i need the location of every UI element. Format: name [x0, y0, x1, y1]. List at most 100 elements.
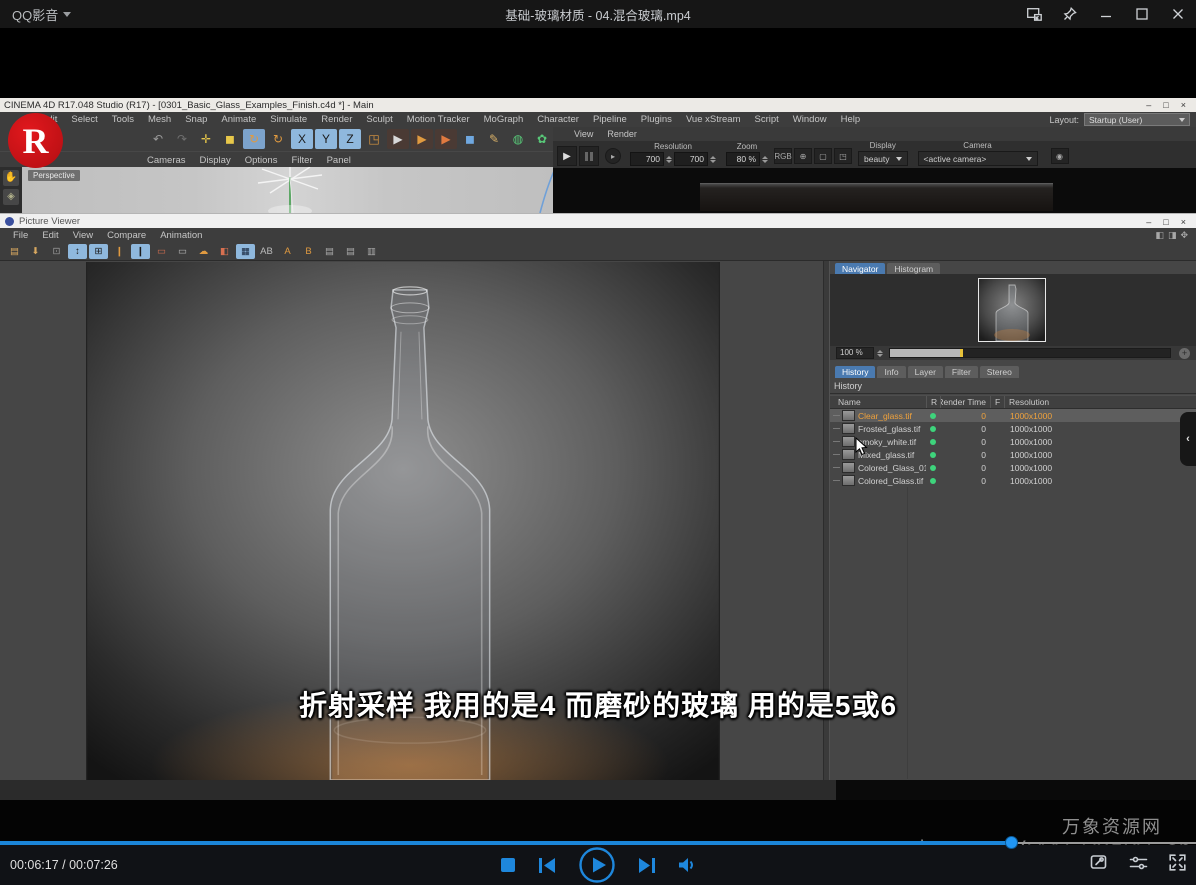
lock-z-icon[interactable]: Z [339, 129, 361, 149]
compare-cloud-icon[interactable]: ☁ [194, 244, 213, 259]
stepper-icon[interactable] [877, 350, 883, 357]
viewport-menu-display[interactable]: Display [193, 155, 238, 166]
c4d-menu-animate[interactable]: Animate [214, 114, 263, 125]
next-button[interactable] [639, 858, 655, 873]
c4d-viewport[interactable]: Perspective [0, 167, 553, 213]
table-row[interactable]: Clear_glass.tif01000x1000 [830, 409, 1196, 422]
stepper-icon[interactable] [762, 156, 768, 163]
filmstrip-save-icon[interactable]: ▤ [341, 244, 360, 259]
pv-menu-compare[interactable]: Compare [100, 230, 153, 241]
tab-filter[interactable]: Filter [945, 366, 978, 378]
pv-menu-animation[interactable]: Animation [153, 230, 209, 241]
render-region-icon[interactable]: ▶ [411, 129, 433, 149]
rv-pause-button[interactable] [579, 146, 599, 166]
dock-left-icon[interactable]: ◧ [1155, 230, 1164, 241]
tab-history[interactable]: History [835, 366, 875, 378]
ab-compare-icon[interactable]: AB [257, 244, 276, 259]
stepper-icon[interactable] [710, 156, 716, 163]
stop-button[interactable] [501, 858, 515, 872]
scale-icon[interactable]: ◼ [219, 129, 241, 149]
fit-height-icon[interactable]: ↕ [68, 244, 87, 259]
progress-thumb[interactable] [1005, 836, 1018, 849]
c4d-menu-select[interactable]: Select [64, 114, 104, 125]
page-a-icon[interactable]: ❙ [110, 244, 129, 259]
close-icon[interactable] [1160, 0, 1196, 28]
navigator-preview[interactable] [830, 274, 1196, 346]
playlist-settings-icon[interactable] [1129, 855, 1148, 876]
table-row[interactable]: Mixed_glass.tif01000x1000 [830, 448, 1196, 461]
last-tool-icon[interactable]: ↻ [267, 129, 289, 149]
navigator-thumbnail[interactable] [978, 278, 1046, 342]
column-header-resolution[interactable]: Resolution [1004, 396, 1196, 408]
resolution-width-field[interactable]: 700 [630, 152, 664, 166]
c4d-menu-window[interactable]: Window [786, 114, 834, 125]
pin-icon[interactable] [1052, 0, 1088, 28]
close-icon[interactable]: × [1181, 217, 1186, 227]
rv-menu-render[interactable]: Render [600, 129, 644, 139]
pv-menu-view[interactable]: View [66, 230, 100, 241]
filmstrip-icon[interactable]: ▤ [320, 244, 339, 259]
column-header-name[interactable]: Name [830, 396, 926, 408]
column-header-render-time[interactable]: Render Time [940, 396, 990, 408]
page-b-icon[interactable]: ❙ [131, 244, 150, 259]
display-select[interactable]: beauty [858, 151, 908, 166]
split-grid-icon[interactable]: ▦ [236, 244, 255, 259]
c4d-menu-snap[interactable]: Snap [178, 114, 214, 125]
coordinate-system-icon[interactable]: ◳ [363, 129, 385, 149]
c4d-menu-vue-xstream[interactable]: Vue xStream [679, 114, 748, 125]
rv-play-button[interactable]: ▶ [557, 146, 577, 166]
stepper-icon[interactable] [666, 156, 672, 163]
layout-select[interactable]: Startup (User) [1084, 113, 1190, 126]
render-settings-icon[interactable]: ▶ [435, 129, 457, 149]
screenshot-tool-icon[interactable] [1090, 854, 1108, 876]
undock-icon[interactable]: ✥ [1180, 230, 1188, 241]
table-row[interactable]: Colored_Glass.tif01000x1000 [830, 474, 1196, 487]
pv-menu-edit[interactable]: Edit [35, 230, 65, 241]
nav-zoom-field[interactable]: 100 % [836, 347, 874, 359]
nav-zoom-slider[interactable] [889, 348, 1171, 358]
snapshot-camera-icon[interactable]: ◉ [1051, 148, 1069, 164]
set-b-icon[interactable]: B [299, 244, 318, 259]
c4d-menu-simulate[interactable]: Simulate [263, 114, 314, 125]
open-file-icon[interactable]: ▤ [5, 244, 24, 259]
filmstrip-grid-icon[interactable]: ▥ [362, 244, 381, 259]
column-header-r[interactable]: R [926, 396, 940, 408]
c4d-menu-sculpt[interactable]: Sculpt [359, 114, 399, 125]
c4d-menu-render[interactable]: Render [314, 114, 359, 125]
c4d-menu-character[interactable]: Character [530, 114, 586, 125]
lock-y-icon[interactable]: Y [315, 129, 337, 149]
c4d-menu-plugins[interactable]: Plugins [634, 114, 679, 125]
c4d-menu-help[interactable]: Help [834, 114, 868, 125]
volume-icon[interactable] [679, 858, 696, 872]
render-view-icon[interactable]: ▶ [387, 129, 409, 149]
model-mode-icon[interactable]: ◈ [3, 189, 19, 205]
dock-right-icon[interactable]: ◨ [1168, 230, 1177, 241]
set-a-icon[interactable]: A [278, 244, 297, 259]
primitive-cube-icon[interactable]: ◼ [459, 129, 481, 149]
maximize-icon[interactable]: □ [1163, 217, 1168, 227]
pv-menu-file[interactable]: File [6, 230, 35, 241]
undo-icon[interactable]: ↶ [147, 129, 169, 149]
viewport-menu-panel[interactable]: Panel [320, 155, 358, 166]
camera-select[interactable]: <active camera> [918, 151, 1038, 166]
zoom-100-icon[interactable]: ⊡ [47, 244, 66, 259]
column-header-f[interactable]: F [990, 396, 1004, 408]
subdivision-surface-icon[interactable]: ◍ [507, 129, 529, 149]
play-button[interactable] [579, 847, 615, 883]
compare-frame-icon[interactable]: ▢ [814, 148, 832, 164]
table-row[interactable]: smoky_white.tif01000x1000 [830, 435, 1196, 448]
lock-x-icon[interactable]: X [291, 129, 313, 149]
viewport-menu-options[interactable]: Options [238, 155, 285, 166]
c4d-menu-mesh[interactable]: Mesh [141, 114, 178, 125]
fullscreen-icon[interactable] [1169, 854, 1186, 876]
redo-icon[interactable]: ↷ [171, 129, 193, 149]
c4d-menu-mograph[interactable]: MoGraph [477, 114, 531, 125]
c4d-menu-tools[interactable]: Tools [105, 114, 141, 125]
c4d-menu-motion-tracker[interactable]: Motion Tracker [400, 114, 477, 125]
rv-menu-view[interactable]: View [567, 129, 600, 139]
nav-zoom-handle[interactable] [960, 349, 963, 357]
c4d-menu-pipeline[interactable]: Pipeline [586, 114, 634, 125]
viewport-menu-cameras[interactable]: Cameras [140, 155, 193, 166]
panel-collapse-tab[interactable]: ‹ [1180, 412, 1196, 466]
mini-window-icon[interactable] [1016, 0, 1052, 28]
